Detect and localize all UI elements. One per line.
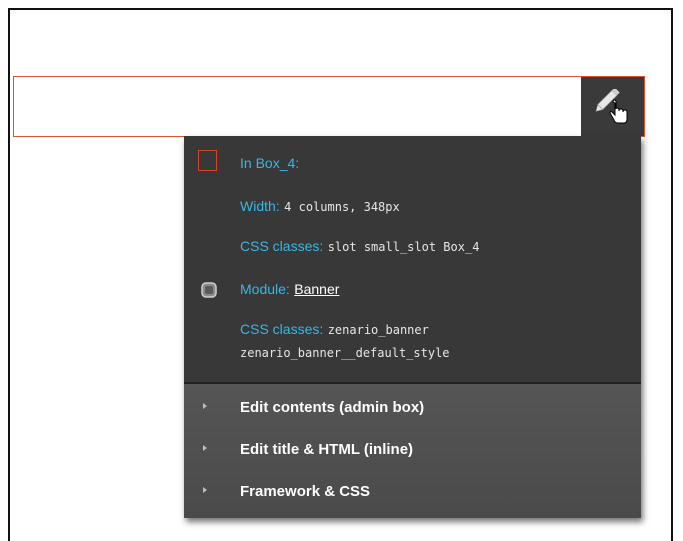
width-label: Width: xyxy=(240,198,280,214)
width-value: 4 columns, 348px xyxy=(284,200,400,214)
triangle-right-icon xyxy=(203,445,207,451)
hand-pointer-icon xyxy=(609,99,628,124)
slot-control-menu: In Box_4: Width: 4 columns, 348px CSS cl… xyxy=(184,136,641,518)
slot-box-4[interactable] xyxy=(13,76,645,137)
action-label: Edit contents (admin box) xyxy=(240,399,425,416)
box-outline-icon xyxy=(198,150,217,171)
slot-edit-button[interactable] xyxy=(581,77,644,136)
action-label: Framework & CSS xyxy=(240,483,371,500)
module-css-value-2: zenario_banner__default_style xyxy=(240,346,450,360)
module-css-label: CSS classes: xyxy=(240,321,324,337)
module-row: Module: Banner xyxy=(240,281,339,299)
module-name-link[interactable]: Banner xyxy=(294,281,339,297)
action-list: Edit contents (admin box) Edit title & H… xyxy=(184,384,641,518)
slot-css-row: CSS classes: slot small_slot Box_4 xyxy=(240,238,479,256)
slot-info-panel: In Box_4: Width: 4 columns, 348px CSS cl… xyxy=(184,136,641,382)
edit-contents-action[interactable]: Edit contents (admin box) xyxy=(184,388,641,428)
module-icon xyxy=(201,282,217,298)
triangle-right-icon xyxy=(203,403,207,409)
edit-title-html-action[interactable]: Edit title & HTML (inline) xyxy=(184,430,641,470)
module-label: Module: xyxy=(240,281,290,297)
module-css-row: CSS classes: zenario_banner xyxy=(240,321,429,339)
module-css-value-1: zenario_banner xyxy=(327,323,429,337)
pencil-icon xyxy=(595,89,628,124)
width-row: Width: 4 columns, 348px xyxy=(240,198,400,216)
slot-css-label: CSS classes: xyxy=(240,238,324,254)
triangle-right-icon xyxy=(203,487,207,493)
action-label: Edit title & HTML (inline) xyxy=(240,441,414,458)
slot-css-value: slot small_slot Box_4 xyxy=(327,240,480,254)
framework-css-action[interactable]: Framework & CSS xyxy=(184,472,641,512)
box-label: In Box_4: xyxy=(240,155,300,171)
